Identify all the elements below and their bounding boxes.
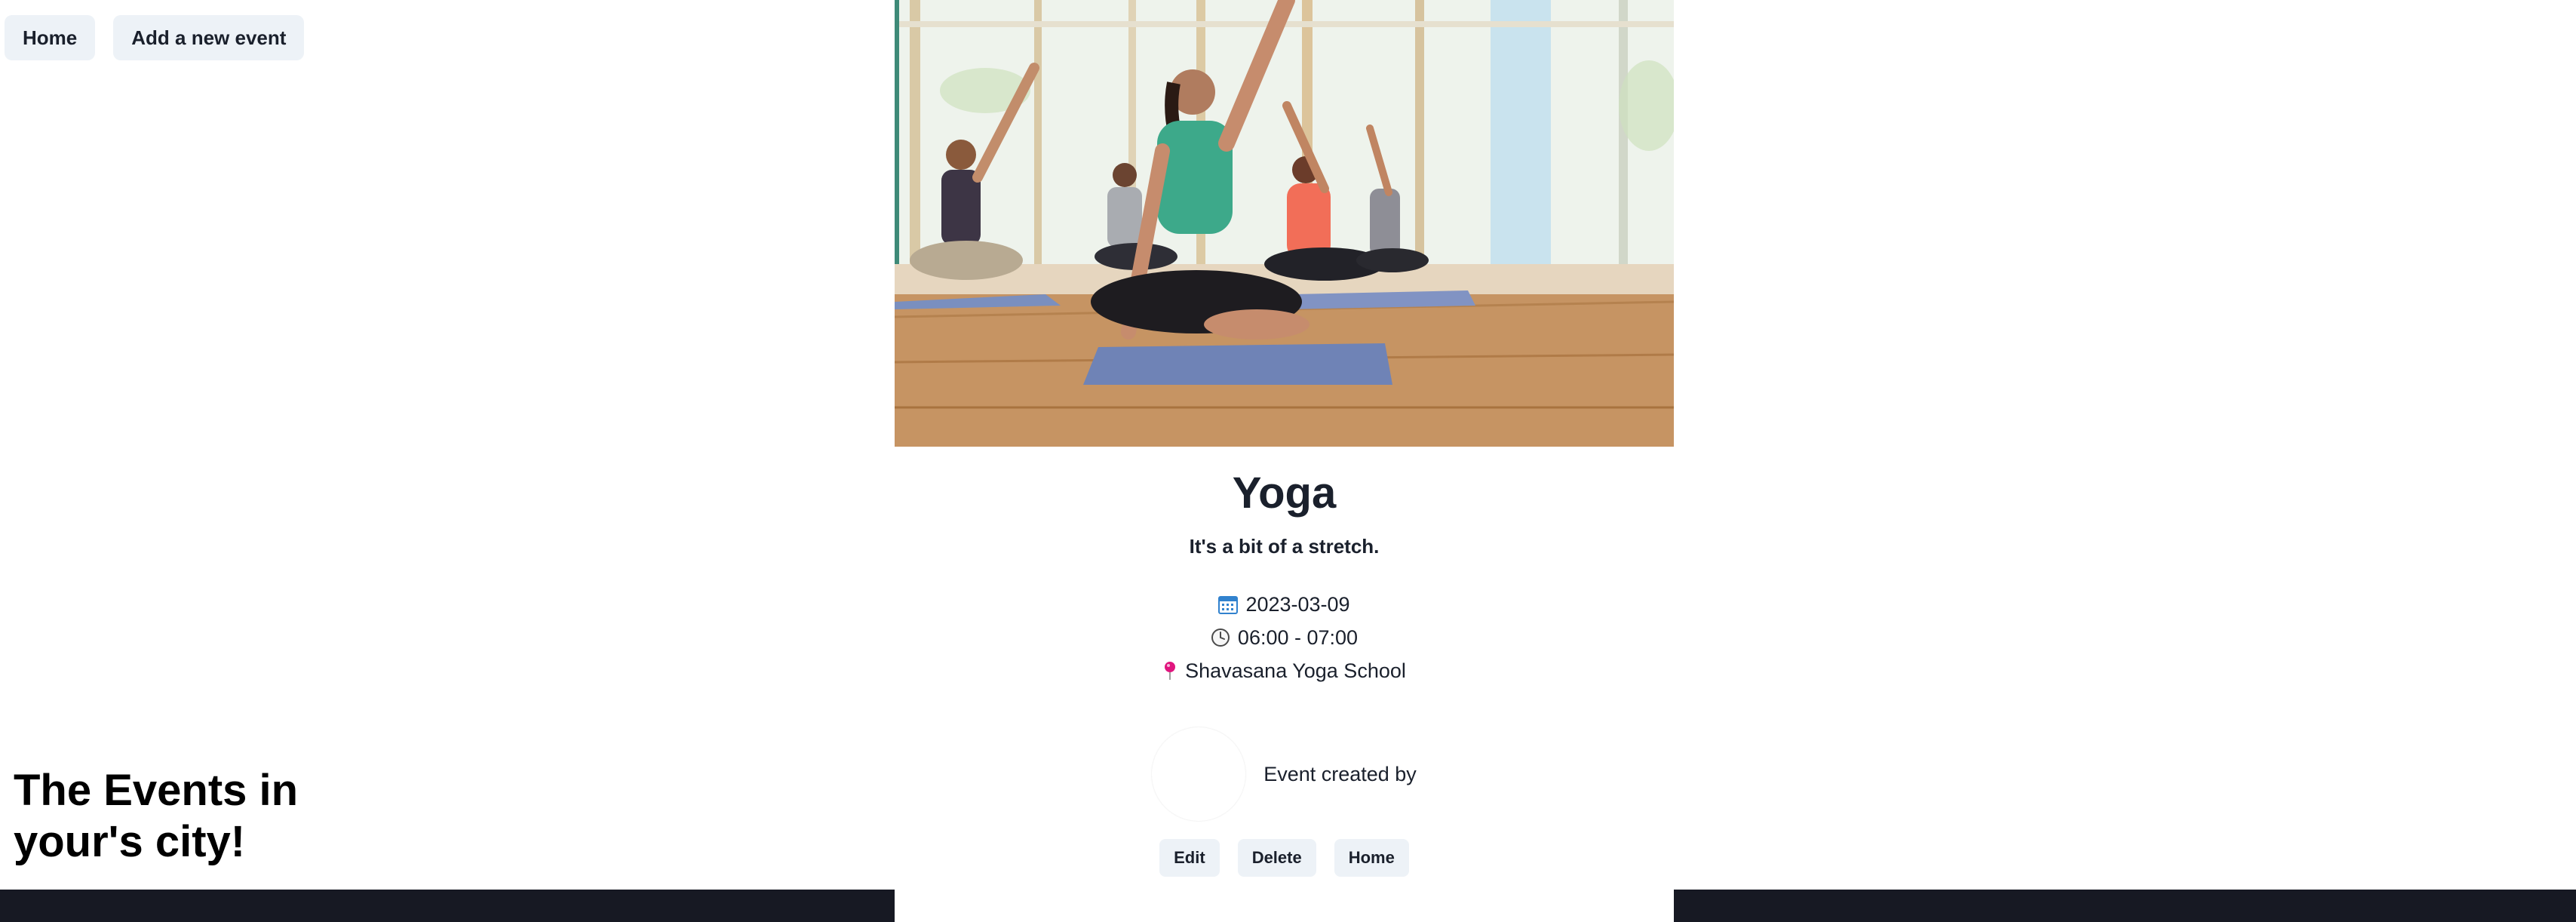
event-date-row: 2023-03-09 — [1218, 592, 1350, 616]
event-card: Yoga It's a bit of a stretch. 2023-03-09 — [895, 0, 1674, 922]
home-button[interactable]: Home — [5, 15, 96, 60]
page: Home Add a new event The Events in your'… — [0, 0, 2576, 922]
event-date: 2023-03-09 — [1245, 592, 1350, 616]
event-location: Shavasana Yoga School — [1185, 659, 1406, 682]
event-meta: 2023-03-09 06:00 - 07:00 Shavasana Yoga … — [895, 593, 1674, 682]
created-by-label: Event created by — [1263, 762, 1417, 785]
top-nav: Home Add a new event — [5, 15, 305, 60]
event-subtitle: It's a bit of a stretch. — [1189, 535, 1380, 558]
event-creator: Event created by — [895, 727, 1674, 821]
calendar-icon — [1218, 595, 1239, 614]
map-pin-icon — [1162, 661, 1177, 681]
event-actions: Edit Delete Home — [895, 839, 1674, 877]
card-home-button[interactable]: Home — [1334, 839, 1409, 877]
add-event-button[interactable]: Add a new event — [113, 15, 305, 60]
event-time: 06:00 - 07:00 — [1237, 625, 1359, 649]
edit-button[interactable]: Edit — [1159, 839, 1220, 877]
avatar — [1152, 727, 1246, 821]
delete-button[interactable]: Delete — [1237, 839, 1316, 877]
clock-icon — [1211, 628, 1230, 647]
event-time-row: 06:00 - 07:00 — [1211, 626, 1358, 649]
event-location-row: Shavasana Yoga School — [1162, 659, 1406, 682]
site-tagline: The Events in your's city! — [14, 766, 299, 866]
event-title: Yoga — [1232, 469, 1337, 518]
event-image — [895, 0, 1674, 447]
